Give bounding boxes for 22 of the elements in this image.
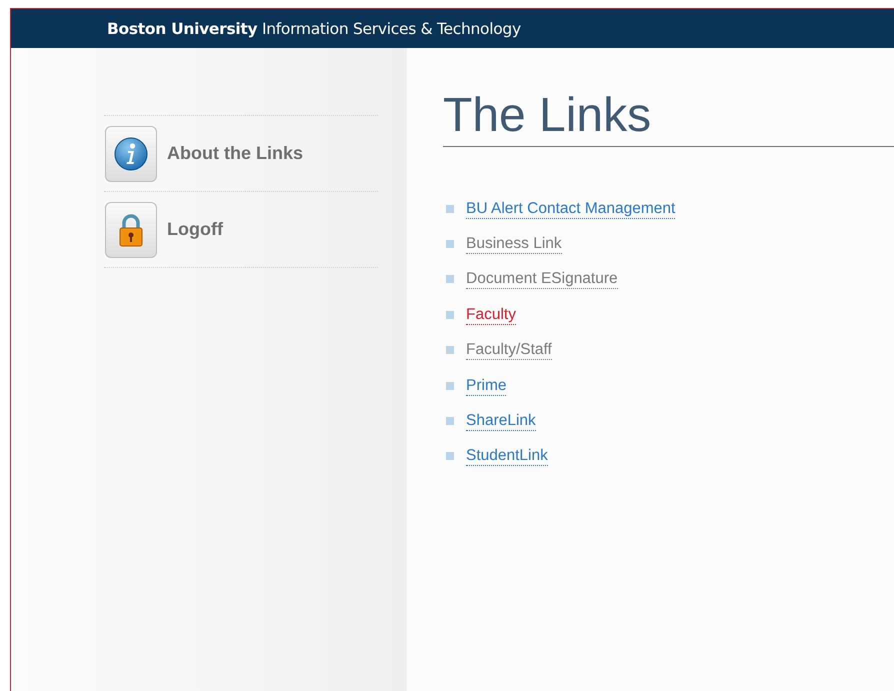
bullet-icon (446, 204, 454, 213)
bullet-icon (446, 382, 454, 390)
link[interactable]: Document ESignature (466, 269, 618, 290)
link[interactable]: BU Alert Contact Management (466, 198, 676, 219)
link[interactable]: Faculty/Staff (466, 340, 552, 360)
link[interactable]: Business Link (466, 234, 562, 254)
site-title: Boston University Information Services & Technology (107, 20, 521, 38)
sidebar-item[interactable]: About the Links (104, 116, 378, 192)
bullet-icon (446, 310, 454, 319)
bullet-icon (446, 417, 454, 426)
page-title: The Links (443, 86, 894, 147)
link[interactable]: ShareLink (466, 411, 536, 432)
info-icon (105, 126, 157, 182)
bullet-icon (446, 275, 454, 284)
sidebar-item[interactable]: Logoff (104, 192, 378, 268)
bullet-icon (446, 452, 454, 460)
link[interactable]: Faculty (466, 304, 516, 325)
bullet-icon (446, 346, 454, 354)
link[interactable]: Prime (466, 376, 506, 396)
lock-icon (105, 202, 157, 258)
bullet-icon (446, 240, 454, 248)
link[interactable]: StudentLink (466, 446, 548, 466)
